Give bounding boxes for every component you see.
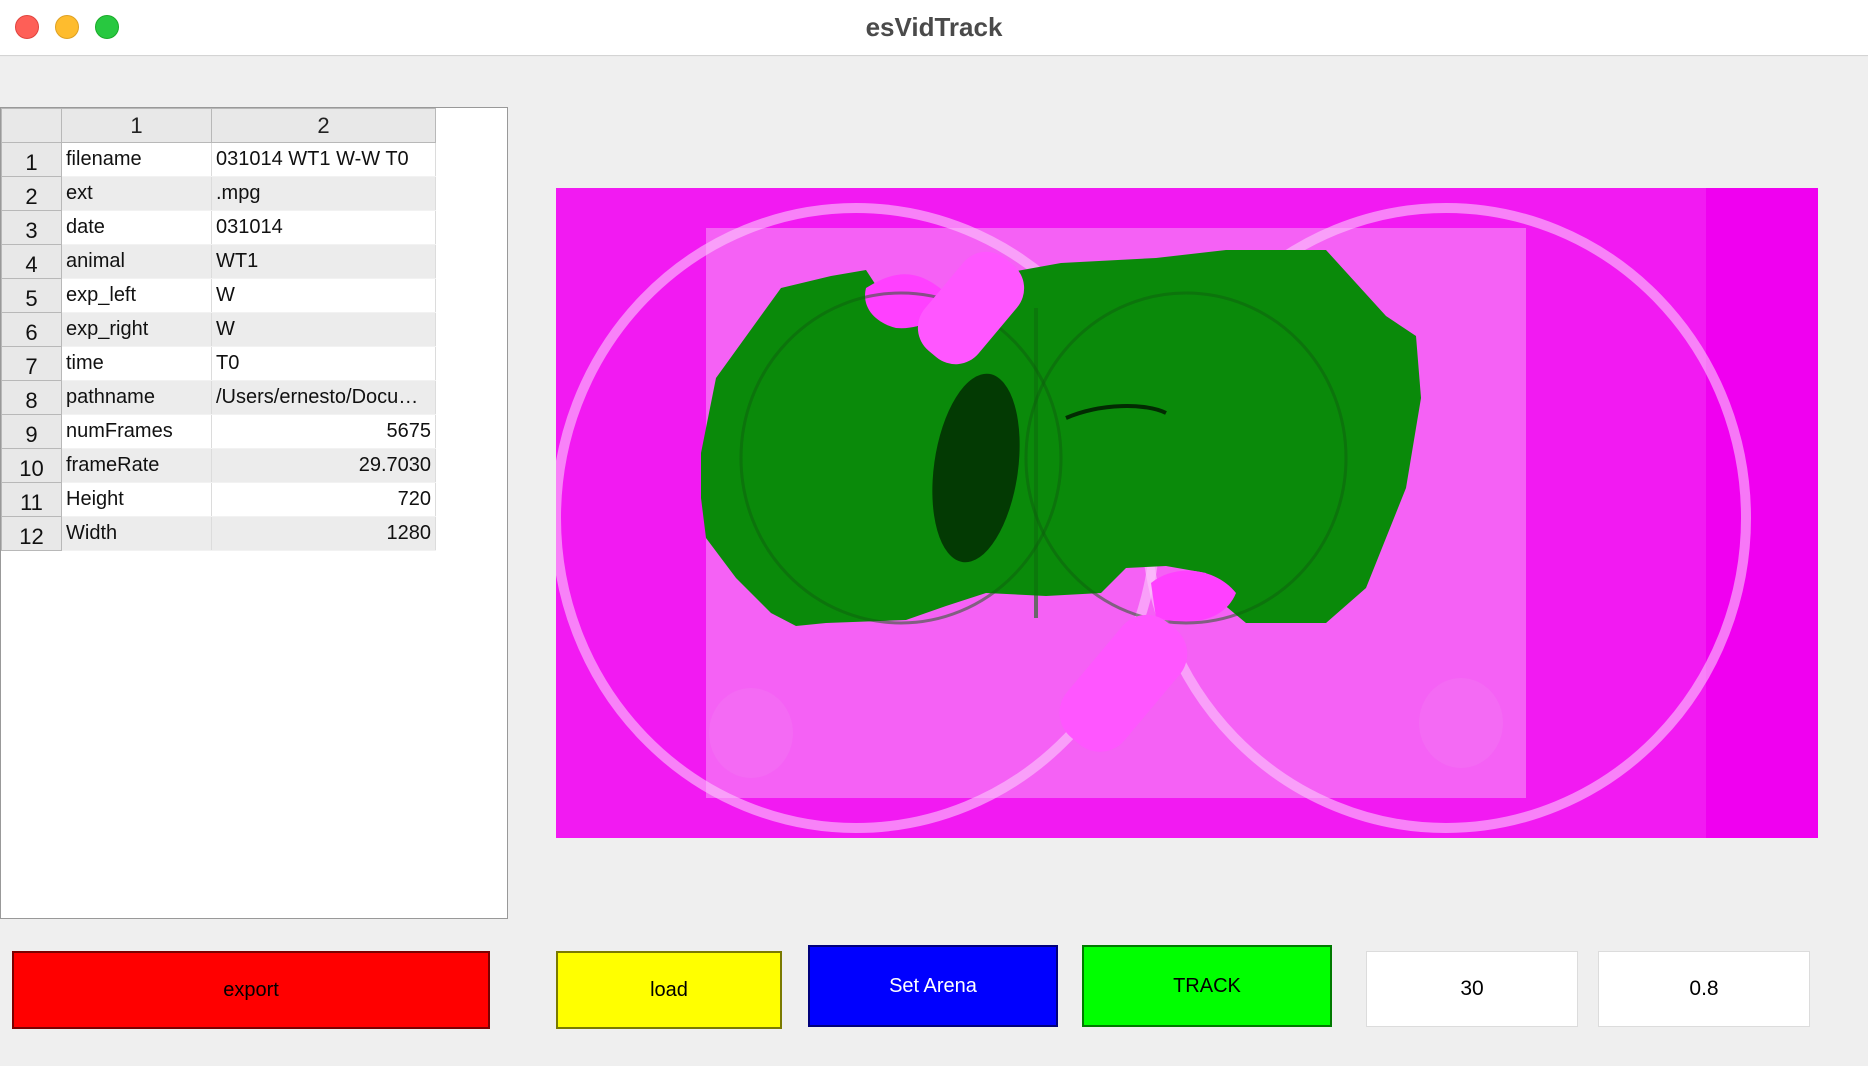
table-cell-value[interactable]: 031014 [211, 210, 436, 245]
row-header[interactable]: 8 [1, 380, 62, 415]
load-button[interactable]: load [556, 951, 782, 1029]
table-cell-key[interactable]: time [61, 346, 212, 381]
table-cell-key[interactable]: pathname [61, 380, 212, 415]
metadata-table-panel[interactable]: 1 2 1 filename 031014 WT1 W-W T0 2 ext .… [0, 107, 508, 919]
table-cell-key[interactable]: date [61, 210, 212, 245]
row-header[interactable]: 6 [1, 312, 62, 347]
table-cell-value[interactable]: T0 [211, 346, 436, 381]
column-header-1[interactable]: 1 [61, 108, 212, 143]
title-bar: esVidTrack [0, 0, 1868, 56]
parameter-field-2[interactable]: 0.8 [1598, 951, 1810, 1027]
row-header[interactable]: 2 [1, 176, 62, 211]
table-cell-key[interactable]: exp_right [61, 312, 212, 347]
table-row: 11 Height 720 [1, 482, 436, 517]
export-button[interactable]: export [12, 951, 490, 1029]
table-cell-key[interactable]: animal [61, 244, 212, 279]
table-cell-value[interactable]: 1280 [211, 516, 436, 551]
table-row: 7 time T0 [1, 346, 436, 381]
main-content: 1 2 1 filename 031014 WT1 W-W T0 2 ext .… [0, 57, 1868, 1066]
table-cell-key[interactable]: ext [61, 176, 212, 211]
window-title: esVidTrack [865, 12, 1003, 42]
video-frame-display[interactable] [556, 188, 1818, 838]
table-row: 9 numFrames 5675 [1, 414, 436, 449]
table-cell-value[interactable]: W [211, 312, 436, 347]
row-header[interactable]: 10 [1, 448, 62, 483]
table-cell-key[interactable]: Height [61, 482, 212, 517]
table-row: 4 animal WT1 [1, 244, 436, 279]
table-cell-key[interactable]: filename [61, 142, 212, 177]
table-row: 6 exp_right W [1, 312, 436, 347]
table-cell-value[interactable]: W [211, 278, 436, 313]
table-cell-value[interactable]: WT1 [211, 244, 436, 279]
row-header[interactable]: 1 [1, 142, 62, 177]
track-button[interactable]: TRACK [1082, 945, 1332, 1027]
table-cell-key[interactable]: numFrames [61, 414, 212, 449]
table-cell-key[interactable]: Width [61, 516, 212, 551]
table-row: 10 frameRate 29.7030 [1, 448, 436, 483]
row-header[interactable]: 9 [1, 414, 62, 449]
table-row: 1 filename 031014 WT1 W-W T0 [1, 142, 436, 177]
table-cell-value[interactable]: 29.7030 [211, 448, 436, 483]
table-cell-value[interactable]: /Users/ernesto/Docum... [211, 380, 436, 415]
row-header[interactable]: 5 [1, 278, 62, 313]
column-header-2[interactable]: 2 [211, 108, 436, 143]
table-cell-key[interactable]: exp_left [61, 278, 212, 313]
row-header[interactable]: 4 [1, 244, 62, 279]
table-row: 3 date 031014 [1, 210, 436, 245]
table-cell-value[interactable]: 5675 [211, 414, 436, 449]
row-header[interactable]: 11 [1, 482, 62, 517]
metadata-table: 1 2 1 filename 031014 WT1 W-W T0 2 ext .… [1, 108, 436, 551]
table-cell-key[interactable]: frameRate [61, 448, 212, 483]
table-cell-value[interactable]: .mpg [211, 176, 436, 211]
row-header[interactable]: 7 [1, 346, 62, 381]
parameter-field-1[interactable]: 30 [1366, 951, 1578, 1027]
table-cell-value[interactable]: 720 [211, 482, 436, 517]
table-row: 5 exp_left W [1, 278, 436, 313]
table-row: 2 ext .mpg [1, 176, 436, 211]
row-header[interactable]: 12 [1, 516, 62, 551]
row-header[interactable]: 3 [1, 210, 62, 245]
table-corner-cell [1, 108, 62, 143]
set-arena-button[interactable]: Set Arena [808, 945, 1058, 1027]
table-row: 8 pathname /Users/ernesto/Docum... [1, 380, 436, 415]
table-cell-value[interactable]: 031014 WT1 W-W T0 [211, 142, 436, 177]
table-row: 12 Width 1280 [1, 516, 436, 551]
video-frame-image [556, 188, 1818, 838]
